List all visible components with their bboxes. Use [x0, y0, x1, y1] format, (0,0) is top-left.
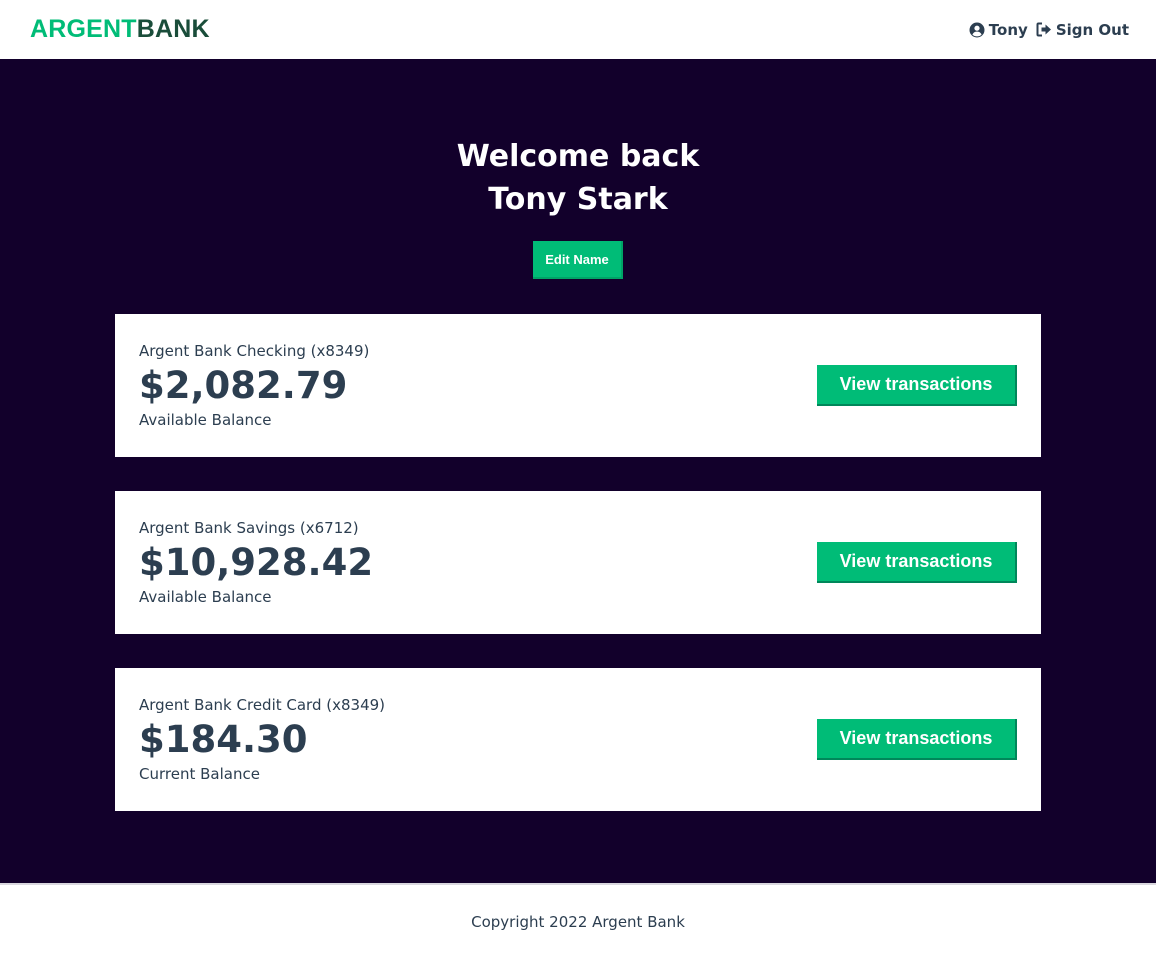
user-circle-icon — [969, 22, 985, 38]
navbar: ARGENTBANK Tony Sign Out — [0, 0, 1156, 59]
logo-text-bank: BANK — [136, 15, 210, 43]
logo-text-argent: ARGENT — [30, 15, 137, 43]
welcome-heading: Welcome back Tony Stark — [0, 135, 1156, 221]
sign-out-label: Sign Out — [1055, 20, 1129, 39]
copyright-text: Copyright 2022 Argent Bank — [471, 912, 685, 931]
account-card-checking: Argent Bank Checking (x8349) $2,082.79 A… — [115, 314, 1041, 457]
edit-name-button[interactable]: Edit Name — [533, 241, 623, 279]
account-title: Argent Bank Credit Card (x8349) — [139, 696, 386, 714]
user-profile-link[interactable]: Tony — [969, 21, 1028, 39]
account-amount: $10,928.42 — [139, 541, 374, 584]
account-amount: $2,082.79 — [139, 364, 348, 407]
sign-out-link[interactable]: Sign Out — [1036, 21, 1129, 39]
nav-right: Tony Sign Out — [969, 21, 1129, 39]
account-info: Argent Bank Savings (x6712) $10,928.42 A… — [139, 518, 373, 607]
account-title: Argent Bank Savings (x6712) — [139, 519, 359, 537]
account-info: Argent Bank Checking (x8349) $2,082.79 A… — [139, 341, 369, 430]
footer: Copyright 2022 Argent Bank — [0, 885, 1156, 958]
account-description: Available Balance — [139, 411, 272, 429]
account-card-savings: Argent Bank Savings (x6712) $10,928.42 A… — [115, 491, 1041, 634]
account-amount: $184.30 — [139, 718, 308, 761]
user-name-label: Tony — [988, 20, 1028, 39]
welcome-line: Welcome back — [456, 139, 700, 174]
view-transactions-button[interactable]: View transactions — [817, 719, 1017, 760]
sign-out-icon — [1036, 22, 1052, 37]
welcome-header: Welcome back Tony Stark Edit Name — [0, 135, 1156, 279]
view-transactions-button[interactable]: View transactions — [817, 542, 1017, 583]
account-description: Current Balance — [139, 765, 260, 783]
accounts-list: Argent Bank Checking (x8349) $2,082.79 A… — [0, 314, 1156, 811]
view-transactions-button[interactable]: View transactions — [817, 365, 1017, 406]
account-title: Argent Bank Checking (x8349) — [139, 342, 370, 360]
main-content: Welcome back Tony Stark Edit Name Argent… — [0, 59, 1156, 885]
logo-link[interactable]: ARGENTBANK — [30, 15, 210, 44]
account-info: Argent Bank Credit Card (x8349) $184.30 … — [139, 695, 385, 784]
account-card-credit: Argent Bank Credit Card (x8349) $184.30 … — [115, 668, 1041, 811]
account-description: Available Balance — [139, 588, 272, 606]
user-full-name: Tony Stark — [488, 182, 668, 217]
